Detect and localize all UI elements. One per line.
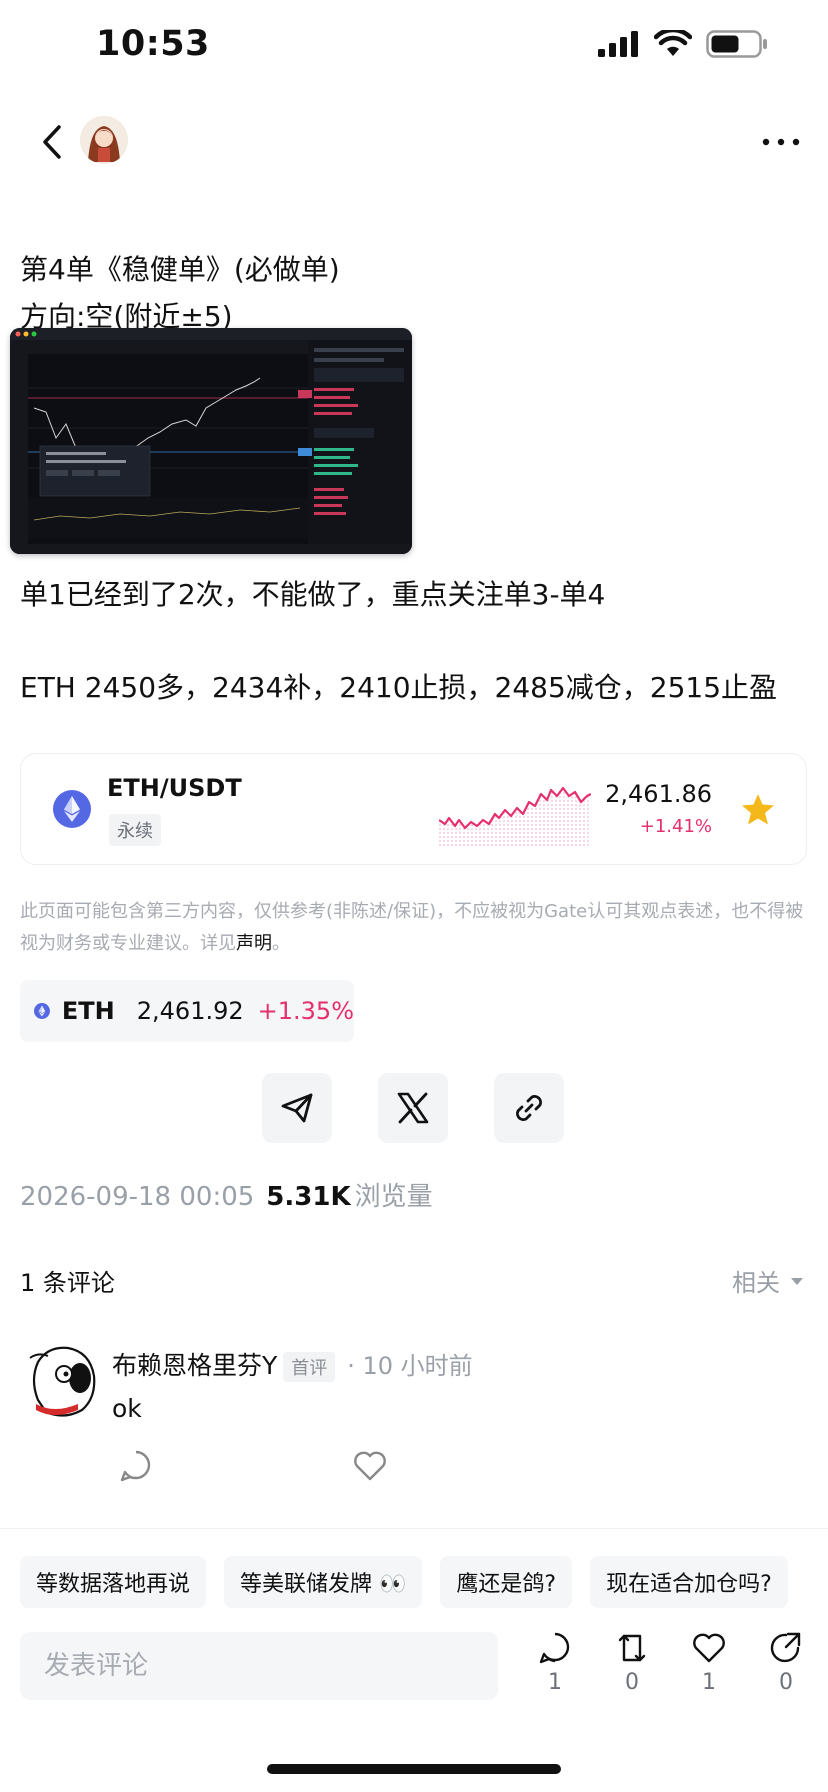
more-dots-icon: [762, 138, 800, 146]
view-count-label: 浏览量: [354, 1182, 433, 1212]
post-line-4: ETH 2450多，2434补，2410止损，2485减仓，2515止盈: [20, 671, 778, 704]
battery-icon: [706, 30, 767, 58]
commenter-avatar[interactable]: [24, 1340, 100, 1420]
eth-coin-icon: [53, 790, 91, 828]
chip-symbol: ETH: [61, 997, 115, 1025]
share-row: [262, 1073, 564, 1143]
comment-body: ok: [112, 1394, 142, 1423]
post-line-1: 第4单《稳健单》(必做单): [20, 253, 340, 286]
ticker-pair: ETH/USDT: [107, 774, 242, 802]
status-time: 10:53: [96, 24, 210, 64]
suggested-reply-chip[interactable]: 鹰还是鸽?: [440, 1556, 573, 1608]
coin-chip-eth[interactable]: ETH 2,461.92 +1.35%: [20, 980, 354, 1042]
disclaimer-link[interactable]: 声明: [236, 933, 272, 954]
ticker-sparkline: [439, 786, 591, 846]
back-button[interactable]: [30, 120, 74, 164]
favorite-star-icon[interactable]: [740, 792, 776, 828]
suggested-reply-chip[interactable]: 等数据落地再说: [20, 1556, 207, 1608]
view-count: 5.31K: [266, 1182, 351, 1212]
ticker-contract-tag: 永续: [109, 814, 161, 846]
status-bar: 10:53: [0, 0, 828, 100]
link-icon: [516, 1095, 542, 1121]
chevron-left-icon: [43, 125, 61, 159]
x-icon: [397, 1092, 429, 1124]
suggested-reply-chip[interactable]: 等美联储发牌 👀: [224, 1556, 423, 1608]
first-comment-badge: 首评: [283, 1352, 336, 1382]
disclaimer-end: 。: [272, 933, 290, 954]
post-line-3: 单1已经到了2次，不能做了，重点关注单3-单4: [20, 578, 606, 611]
disclaimer: 此页面可能包含第三方内容，仅供参考(非陈述/保证)，不应被视为Gate认可其观点…: [20, 896, 808, 960]
caret-down-icon: [791, 1277, 803, 1285]
status-icons: [598, 30, 768, 58]
suggested-replies: 等数据落地再说 等美联储发牌 👀 鹰还是鸽? 现在适合加仓吗?: [20, 1556, 788, 1608]
comment-input[interactable]: [20, 1632, 498, 1700]
send-icon: [281, 1093, 313, 1123]
cellular-signal-icon: [598, 31, 638, 57]
home-indicator: [267, 1764, 561, 1774]
disclaimer-text: 此页面可能包含第三方内容，仅供参考(非陈述/保证)，不应被视为Gate认可其观点…: [20, 901, 804, 954]
post-meta: 2026-09-18 00:05 5.31K 浏览量: [20, 1176, 433, 1213]
divider: [0, 1528, 828, 1529]
heart-icon: [693, 1633, 725, 1663]
like-action[interactable]: 1: [679, 1630, 739, 1695]
share-action[interactable]: 0: [756, 1630, 816, 1695]
share-arrow-icon: [770, 1632, 801, 1663]
ticker-change: +1.41%: [639, 816, 712, 837]
comment-header-line: 布赖恩格里芬Y 首评 · 10 小时前: [112, 1346, 473, 1382]
wifi-icon: [654, 30, 692, 56]
author-avatar[interactable]: [80, 116, 128, 164]
chip-change: +1.35%: [257, 997, 354, 1025]
ticker-card-eth-usdt[interactable]: ETH/USDT 永续 2,461.86 +1.41%: [20, 753, 807, 865]
top-nav: [0, 110, 828, 180]
like-count: 1: [702, 1670, 716, 1695]
comments-count: 1 条评论: [20, 1269, 115, 1297]
copy-link-button[interactable]: [494, 1073, 564, 1143]
comment-like-heart-icon[interactable]: [350, 1446, 390, 1486]
post-date: 2026-09-18 00:05: [20, 1182, 255, 1212]
share-x-button[interactable]: [378, 1073, 448, 1143]
eth-coin-icon: [34, 1003, 50, 1019]
post-image-trading-screenshot[interactable]: [10, 328, 412, 554]
repost-count: 0: [625, 1670, 639, 1695]
comment-sort-dropdown[interactable]: 相关: [732, 1263, 804, 1298]
comments-header: 1 条评论 相关: [20, 1263, 810, 1303]
comment-reply-icon[interactable]: [116, 1446, 156, 1486]
chip-price: 2,461.92: [136, 997, 244, 1025]
comment-bubble-icon: [539, 1632, 570, 1664]
share-telegram-button[interactable]: [262, 1073, 332, 1143]
sort-label: 相关: [732, 1269, 780, 1297]
comment-action[interactable]: 1: [525, 1630, 585, 1695]
repost-action[interactable]: 0: [602, 1630, 662, 1695]
more-options-button[interactable]: [756, 120, 806, 164]
suggested-reply-chip[interactable]: 现在适合加仓吗?: [590, 1556, 788, 1608]
comment-count: 1: [548, 1670, 562, 1695]
repost-icon: [618, 1634, 646, 1662]
ticker-price: 2,461.86: [605, 780, 712, 808]
comment-time: · 10 小时前: [347, 1352, 473, 1380]
bottom-action-bar: 1 0 1 0: [0, 1630, 828, 1720]
share-count: 0: [779, 1670, 793, 1695]
commenter-name[interactable]: 布赖恩格里芬Y: [112, 1351, 277, 1380]
